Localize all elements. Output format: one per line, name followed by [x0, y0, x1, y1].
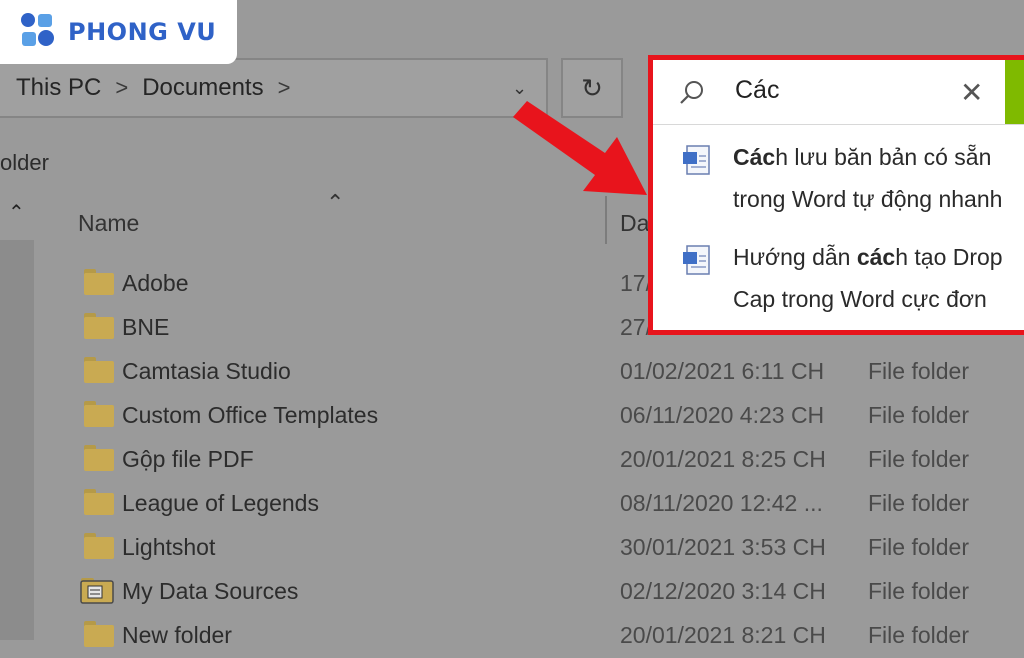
file-name: Custom Office Templates [122, 402, 379, 428]
phongvu-logo: PHONG VU [0, 0, 237, 64]
file-date: 06/11/2020 4:23 CH [620, 402, 825, 428]
file-date: 30/01/2021 3:53 CH [620, 534, 826, 560]
search-box[interactable]: Các ✕ [653, 60, 1024, 125]
file-name: My Data Sources [122, 578, 299, 604]
breadcrumb-separator[interactable]: > [278, 75, 291, 101]
breadcrumb-documents[interactable]: Documents [142, 74, 263, 102]
file-date: 20/01/2021 8:21 CH [620, 622, 826, 648]
word-document-icon [683, 245, 710, 275]
folder-icon [84, 533, 114, 559]
scroll-up-icon[interactable]: ⌃ [8, 200, 25, 225]
file-name: BNE [122, 314, 170, 340]
red-arrow-annotation [513, 101, 647, 195]
file-date: 20/01/2021 8:25 CH [620, 446, 826, 472]
suggestion-title-line2: Cap trong Word cực đơn [733, 286, 987, 312]
table-row[interactable]: Custom Office Templates 06/11/2020 4:23 … [80, 394, 1020, 438]
column-header-date[interactable]: Da [620, 210, 649, 237]
file-date: 01/02/2021 6:11 CH [620, 358, 825, 384]
file-name: Lightshot [122, 534, 216, 560]
word-document-icon [683, 145, 710, 175]
file-type: File folder [868, 358, 969, 384]
folder-icon [84, 489, 114, 515]
logo-text: PHONG VU [68, 18, 217, 46]
breadcrumb: This PC > Documents > [16, 74, 290, 102]
file-type: File folder [868, 402, 969, 428]
table-row[interactable]: Camtasia Studio 01/02/2021 6:11 CH File … [80, 350, 1020, 394]
logo-mark-icon [21, 13, 54, 46]
file-name: Gộp file PDF [122, 446, 254, 472]
folder-icon [84, 269, 114, 295]
search-suggestions-popup: Các ✕ Cách lưu băn bản có sẵn trong Word… [648, 55, 1024, 335]
file-name: Adobe [122, 270, 189, 296]
suggestion-title-line2: trong Word tự động nhanh [733, 186, 1003, 212]
breadcrumb-this-pc[interactable]: This PC [16, 74, 101, 102]
table-row[interactable]: League of Legends 08/11/2020 12:42 ... F… [80, 482, 1020, 526]
search-input[interactable]: Các [735, 76, 779, 105]
column-header-name[interactable]: Name [78, 210, 139, 237]
folder-icon [84, 445, 114, 471]
navigation-pane-scrollbar[interactable] [0, 240, 34, 640]
file-type: File folder [868, 622, 969, 648]
search-go-button[interactable] [1005, 60, 1024, 124]
file-name: League of Legends [122, 490, 319, 516]
breadcrumb-separator: > [115, 75, 129, 100]
file-type: File folder [868, 534, 969, 560]
table-row[interactable]: New folder 20/01/2021 8:21 CH File folde… [80, 614, 1020, 658]
folder-icon [84, 401, 114, 427]
close-icon[interactable]: ✕ [960, 76, 983, 109]
folder-icon [84, 313, 114, 339]
file-type: File folder [868, 578, 969, 604]
table-row[interactable]: My Data Sources 02/12/2020 3:14 CH File … [80, 570, 1020, 614]
search-icon [680, 81, 703, 104]
suggestion-title-line1: Hướng dẫn cách tạo Drop [733, 244, 1003, 270]
file-type: File folder [868, 490, 969, 516]
table-row[interactable]: Gộp file PDF 20/01/2021 8:25 CH File fol… [80, 438, 1020, 482]
file-type: File folder [868, 446, 969, 472]
file-date: 02/12/2020 3:14 CH [620, 578, 826, 604]
toolbar-folder-label[interactable]: older [0, 150, 49, 176]
search-suggestion-item[interactable]: Hướng dẫn cách tạo Drop Cap trong Word c… [653, 230, 1024, 330]
file-name: New folder [122, 622, 232, 648]
file-date: 08/11/2020 12:42 ... [620, 490, 823, 516]
folder-icon [84, 357, 114, 383]
table-row[interactable]: Lightshot 30/01/2021 3:53 CH File folder [80, 526, 1020, 570]
sort-ascending-icon: ⌃ [326, 190, 345, 215]
search-suggestion-item[interactable]: Cách lưu băn bản có sẵn trong Word tự độ… [653, 130, 1024, 230]
folder-icon [84, 621, 114, 647]
file-name: Camtasia Studio [122, 358, 291, 384]
suggestion-title-line1: Cách lưu băn bản có sẵn [733, 144, 992, 170]
data-sources-folder-icon [80, 578, 114, 604]
address-bar[interactable]: This PC > Documents > ⌄ [0, 58, 548, 118]
